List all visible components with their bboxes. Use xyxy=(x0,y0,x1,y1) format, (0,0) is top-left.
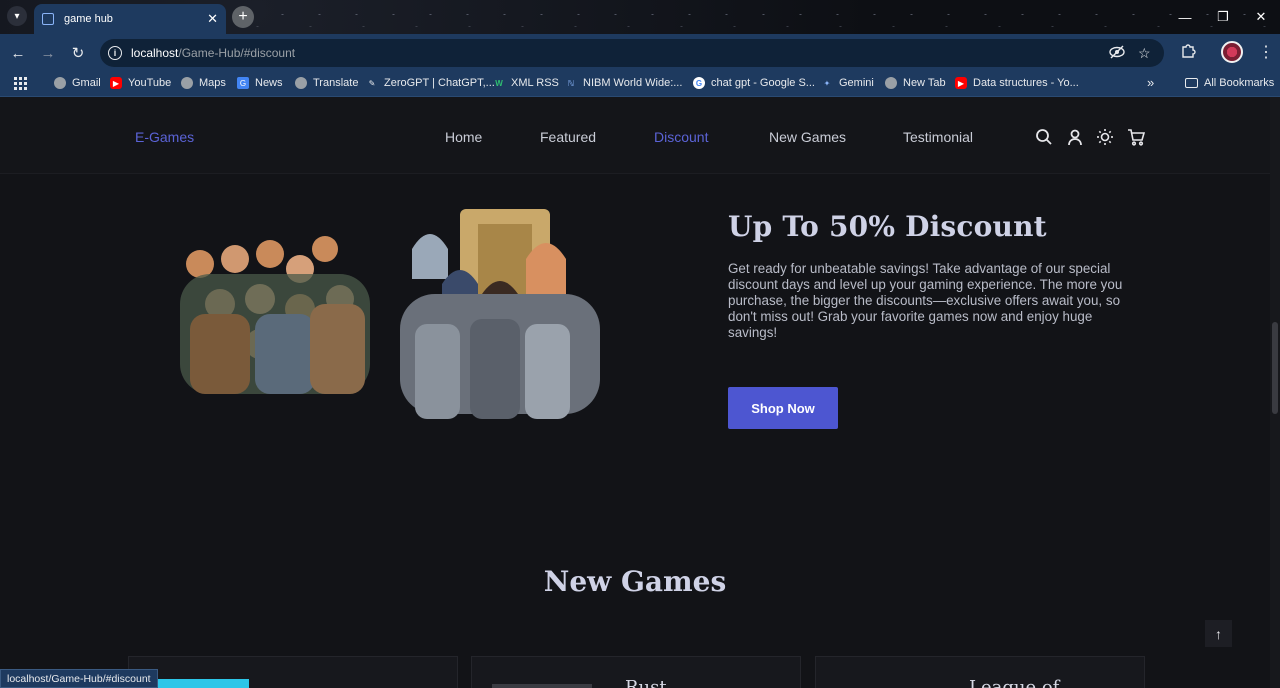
browser-tab[interactable]: game hub ✕ xyxy=(34,4,226,34)
game-card-image xyxy=(149,679,249,688)
all-bookmarks-label: All Bookmarks xyxy=(1204,77,1275,89)
bookmark-label: Maps xyxy=(199,77,226,89)
bookmarks-overflow-icon[interactable]: » xyxy=(1147,75,1154,90)
nav-testimonial[interactable]: Testimonial xyxy=(903,129,973,145)
tab-close-icon[interactable]: ✕ xyxy=(207,11,218,27)
bookmark-label: New Tab xyxy=(903,77,946,89)
address-bar[interactable]: i localhost/Game-Hub/#discount ☆ xyxy=(100,39,1164,67)
bookmark-news[interactable]: G News xyxy=(237,77,283,89)
bookmark-chatgpt-search[interactable]: Gchat gpt - Google S... xyxy=(693,77,815,89)
new-tab-plus-icon[interactable]: + xyxy=(232,6,254,28)
tab-favicon-icon xyxy=(42,13,54,25)
game-card[interactable] xyxy=(128,656,458,688)
globe-icon xyxy=(885,77,897,89)
game-characters-illustration xyxy=(180,209,600,419)
scroll-to-top-arrow-icon[interactable]: ↑ xyxy=(1205,620,1232,647)
browser-toolbar: ← → ↻ i localhost/Game-Hub/#discount ☆ ⋮ xyxy=(0,34,1280,71)
cart-icon[interactable] xyxy=(1127,128,1146,146)
game-card[interactable]: Rust xyxy=(471,656,801,688)
bookmark-translate[interactable]: Translate xyxy=(295,77,358,89)
google-icon: G xyxy=(693,77,705,89)
profile-avatar[interactable] xyxy=(1221,41,1243,63)
search-icon[interactable] xyxy=(1035,128,1053,146)
bookmark-gemini[interactable]: ✦ Gemini xyxy=(821,77,874,89)
bookmark-label: Gemini xyxy=(839,77,874,89)
nibm-icon: ℕ xyxy=(567,78,575,88)
maximize-icon[interactable]: ❐ xyxy=(1204,0,1242,34)
all-bookmarks[interactable]: All Bookmarks xyxy=(1185,77,1274,89)
minimize-icon[interactable]: — xyxy=(1166,0,1204,34)
forward-arrow-icon[interactable]: → xyxy=(37,42,59,64)
apps-grid-icon[interactable] xyxy=(14,77,27,90)
tab-search-chevron-icon[interactable]: ▾ xyxy=(7,6,27,26)
nav-featured[interactable]: Featured xyxy=(540,129,596,145)
url-path: /Game-Hub/#discount xyxy=(178,46,296,60)
discount-description: Get ready for unbeatable savings! Take a… xyxy=(728,261,1123,340)
bookmark-label: chat gpt - Google S... xyxy=(711,77,815,89)
bookmark-label: Gmail xyxy=(72,77,101,89)
bookmark-label: News xyxy=(255,77,283,89)
bookmark-label: NIBM World Wide:... xyxy=(583,77,683,89)
nav-home[interactable]: Home xyxy=(445,129,482,145)
globe-icon xyxy=(295,77,307,89)
bookmarks-bar: Gmail ▶ YouTube Maps G News Translate ✎ Zer… xyxy=(0,71,1280,97)
bookmark-label: XML RSS xyxy=(511,77,559,89)
user-icon[interactable] xyxy=(1066,128,1084,146)
bookmark-nibm[interactable]: ℕ NIBM World Wide:... xyxy=(565,77,683,89)
link-status-url: localhost/Game-Hub/#discount xyxy=(0,669,158,688)
nav-discount[interactable]: Discount xyxy=(654,129,708,145)
rss-icon: W xyxy=(495,78,503,88)
youtube-icon: ▶ xyxy=(110,77,122,89)
window-controls: — ❐ ✕ xyxy=(1166,0,1280,34)
discount-title: Up To 50% Discount xyxy=(728,210,1047,243)
url-host: localhost xyxy=(131,46,179,60)
globe-icon xyxy=(181,77,193,89)
bookmark-xml-rss[interactable]: W XML RSS xyxy=(493,77,559,89)
bookmark-maps[interactable]: Maps xyxy=(181,77,226,89)
new-games-title: New Games xyxy=(543,565,727,598)
nav-new-games[interactable]: New Games xyxy=(769,129,846,145)
game-card[interactable]: League of xyxy=(815,656,1145,688)
bookmark-label: Translate xyxy=(313,77,359,89)
globe-icon xyxy=(54,77,66,89)
web-page: E-Games Home Featured Discount New Games… xyxy=(0,97,1280,688)
youtube-icon: ▶ xyxy=(955,77,967,89)
bookmark-zerogpt[interactable]: ✎ ZeroGPT | ChatGPT,... xyxy=(366,77,495,89)
gemini-icon: ✦ xyxy=(823,78,831,88)
sun-theme-icon[interactable] xyxy=(1096,128,1114,146)
bookmark-label: Data structures - Yo... xyxy=(973,77,1079,89)
tab-title: game hub xyxy=(64,13,113,25)
extensions-puzzle-icon[interactable] xyxy=(1180,43,1196,63)
bookmark-star-icon[interactable]: ☆ xyxy=(1138,45,1151,62)
game-card-title: League of xyxy=(969,677,1060,688)
shop-now-button[interactable]: Shop Now xyxy=(728,387,838,429)
bookmark-new-tab[interactable]: New Tab xyxy=(885,77,946,89)
reload-icon[interactable]: ↻ xyxy=(67,42,89,64)
game-card-image xyxy=(492,684,592,688)
game-card-title: Rust xyxy=(625,677,667,688)
window-close-icon[interactable]: ✕ xyxy=(1242,0,1280,34)
browser-menu-icon[interactable]: ⋮ xyxy=(1258,42,1274,62)
bookmark-label: YouTube xyxy=(128,77,172,89)
bookmark-data-structures[interactable]: ▶ Data structures - Yo... xyxy=(955,77,1079,89)
eye-off-icon[interactable] xyxy=(1109,45,1125,62)
bookmark-youtube[interactable]: ▶ YouTube xyxy=(110,77,171,89)
brand-logo[interactable]: E-Games xyxy=(135,129,194,145)
back-arrow-icon[interactable]: ← xyxy=(7,42,29,64)
page-scrollbar[interactable] xyxy=(1270,97,1280,688)
zerogpt-icon: ✎ xyxy=(368,78,376,88)
bookmark-label: ZeroGPT | ChatGPT,... xyxy=(384,77,495,89)
address-url[interactable]: localhost/Game-Hub/#discount xyxy=(131,46,295,60)
news-icon: G xyxy=(237,77,249,89)
site-header: E-Games Home Featured Discount New Games… xyxy=(0,97,1270,174)
bookmark-gmail[interactable]: Gmail xyxy=(54,77,101,89)
scrollbar-thumb[interactable] xyxy=(1272,322,1278,414)
browser-tab-strip: ▾ game hub ✕ + — ❐ ✕ xyxy=(0,0,1280,34)
folder-icon xyxy=(1185,78,1198,88)
site-info-icon[interactable]: i xyxy=(108,46,122,60)
